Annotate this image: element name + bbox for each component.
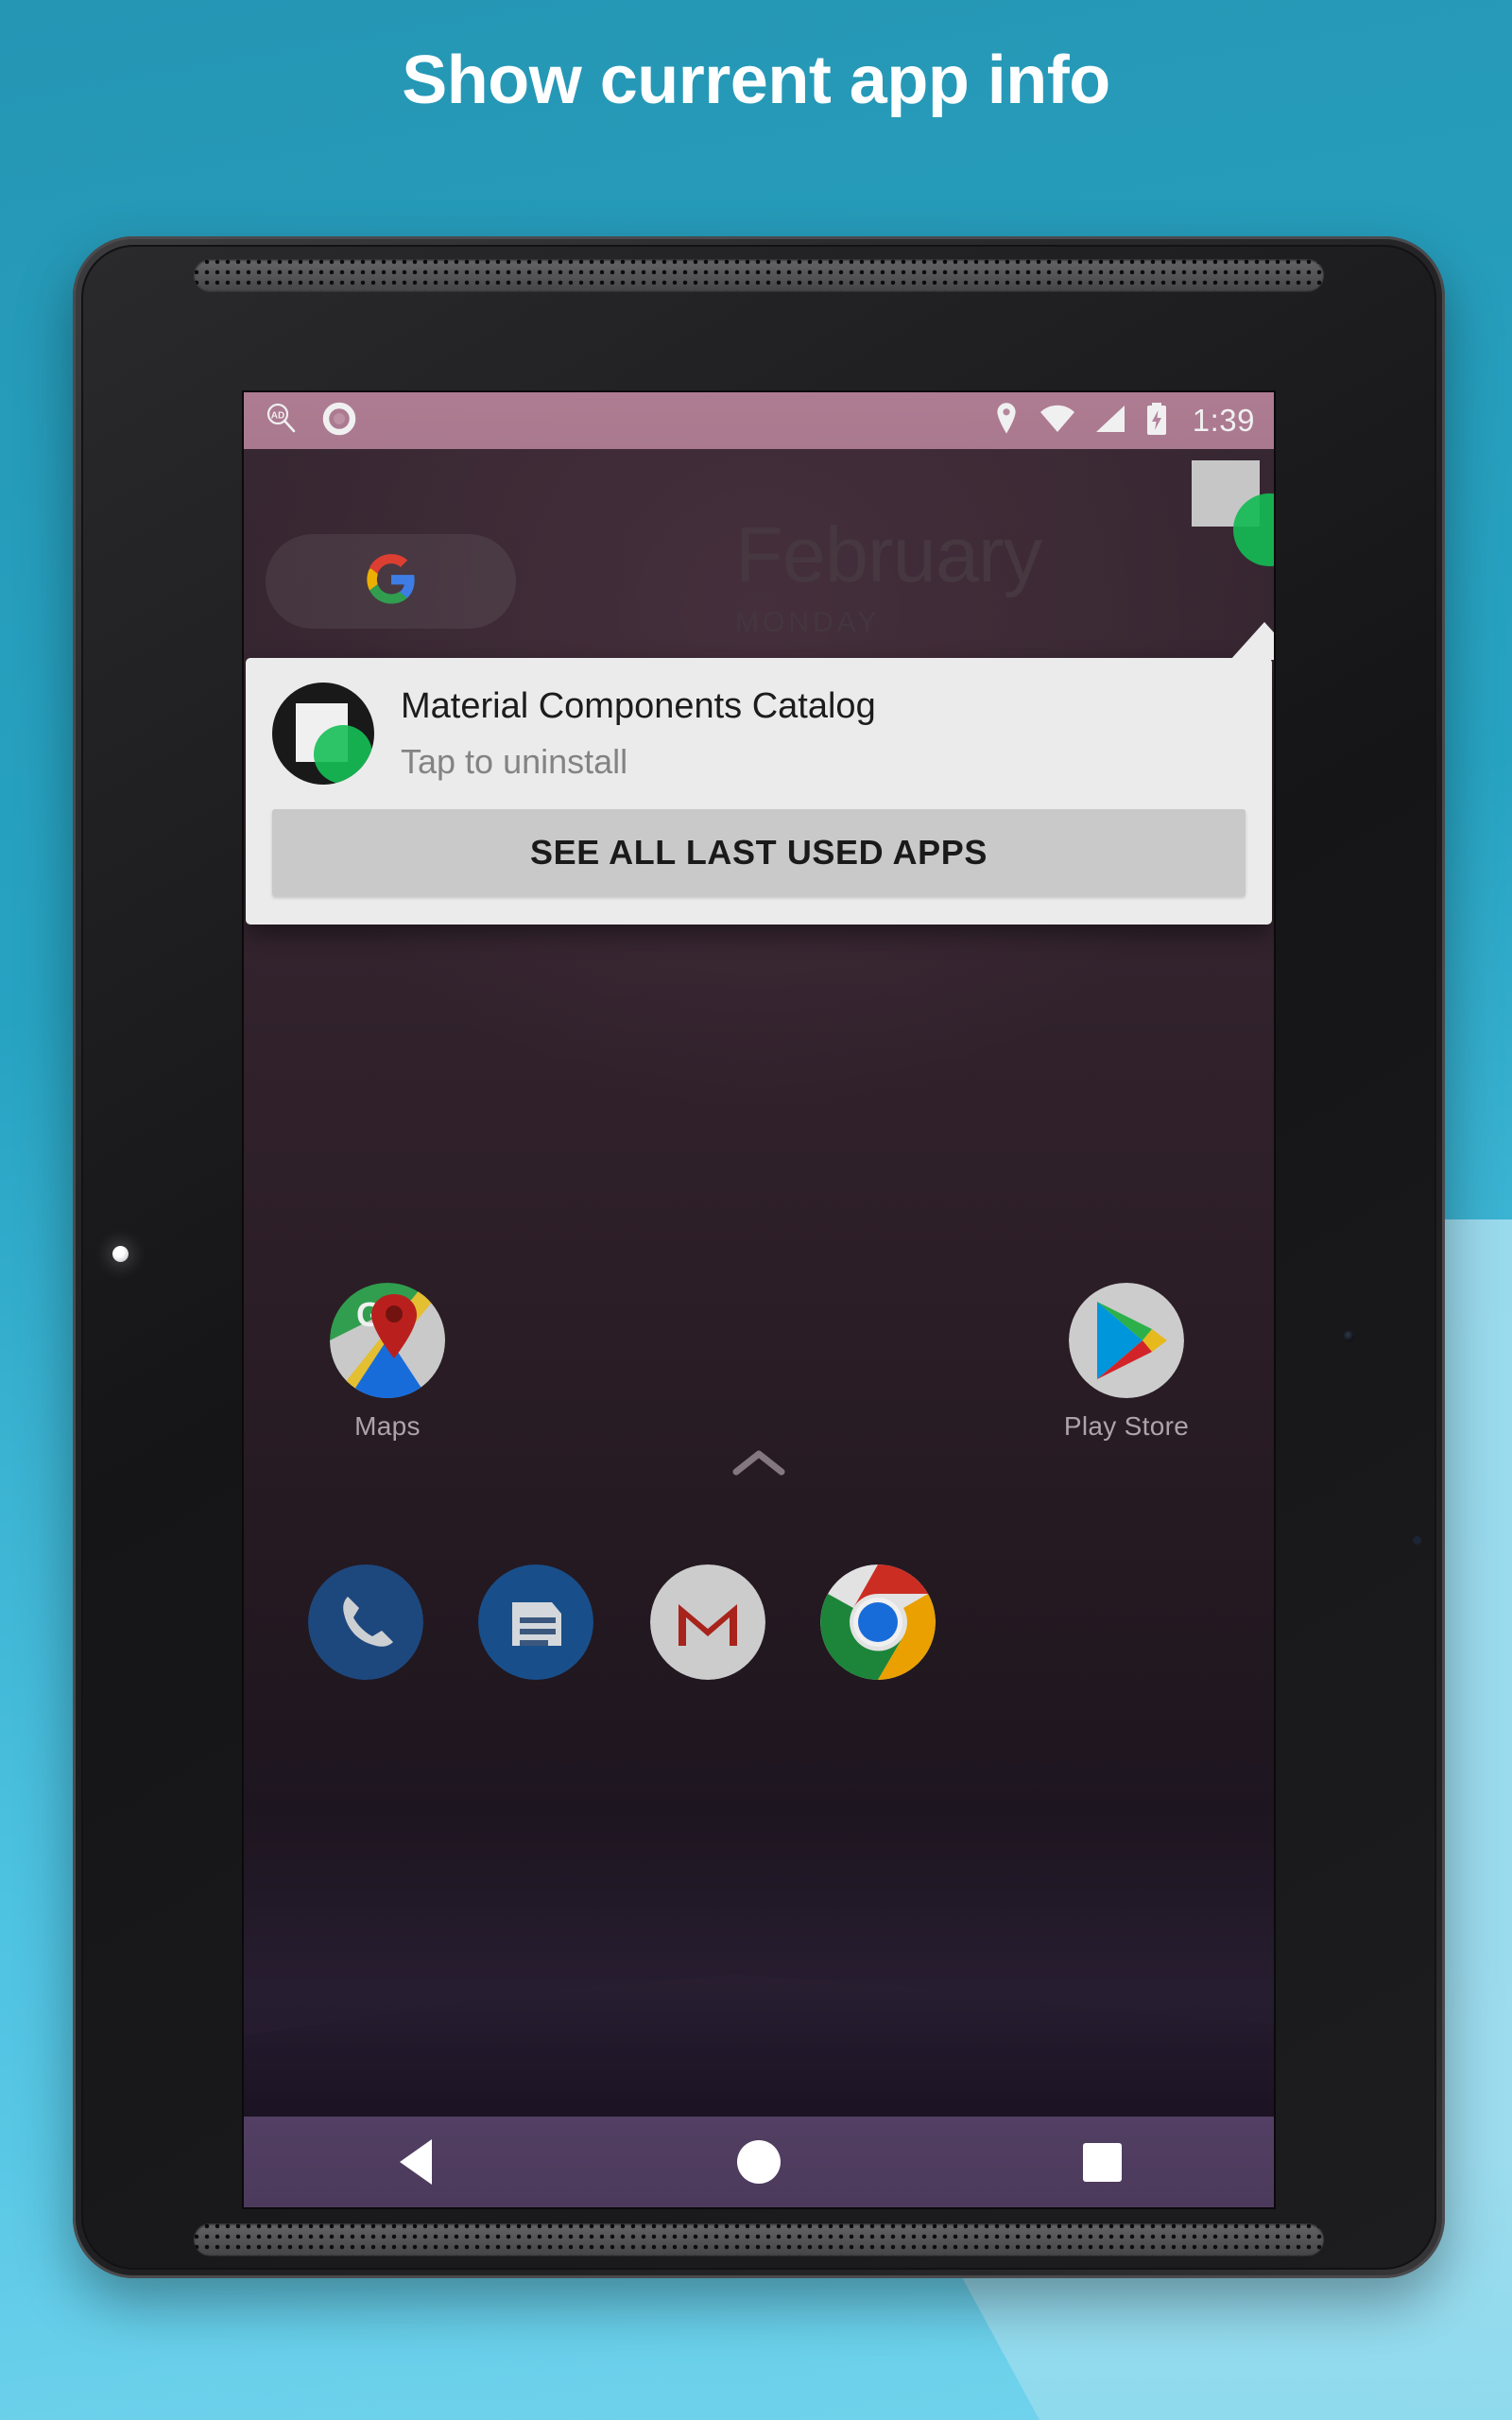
triangle-left-icon (399, 2139, 432, 2185)
status-bar-left-icons: AD (263, 400, 357, 442)
status-bar-right-icons: 1:39 (992, 402, 1255, 441)
dock-app-gmail[interactable] (650, 1564, 765, 1680)
square-icon (1082, 2142, 1122, 2182)
device-screen: February MONDAY AD 1:39 Material Compone… (244, 392, 1274, 2207)
navigation-bar (244, 2117, 1274, 2207)
location-pin-icon (992, 402, 1021, 441)
app-info-dialog: Material Components Catalog Tap to unins… (246, 622, 1274, 925)
ad-search-icon: AD (263, 400, 301, 442)
front-camera-icon (1344, 1331, 1354, 1341)
google-maps-icon: G (330, 1283, 445, 1398)
see-all-last-used-apps-button[interactable]: SEE ALL LAST USED APPS (272, 809, 1246, 896)
chevron-up-icon[interactable] (731, 1446, 786, 1478)
status-bar-clock: 1:39 (1192, 403, 1255, 438)
dock-app-messages[interactable] (478, 1564, 593, 1680)
home-app-label: Play Store (1063, 1411, 1190, 1441)
circle-icon (736, 2140, 781, 2184)
home-app-play-store[interactable]: Play Store (1032, 1283, 1221, 1442)
app-info-text: Material Components Catalog Tap to unins… (401, 685, 1246, 783)
tablet-device-frame: February MONDAY AD 1:39 Material Compone… (73, 236, 1445, 2278)
current-app-floating-badge[interactable] (1192, 460, 1274, 566)
home-app-maps[interactable]: G Maps (293, 1283, 482, 1442)
google-play-icon (1069, 1283, 1184, 1398)
app-info-row[interactable]: Material Components Catalog Tap to unins… (246, 658, 1272, 796)
recorder-ring-icon (321, 401, 357, 441)
home-app-label: Maps (354, 1411, 421, 1441)
dock-app-phone[interactable] (308, 1564, 423, 1680)
app-icon (272, 683, 374, 785)
speaker-grille-bottom (194, 2223, 1324, 2256)
dialog-pointer-arrow (1230, 622, 1274, 660)
notification-led (112, 1246, 129, 1262)
cellular-signal-icon (1094, 404, 1126, 439)
dock-app-chrome[interactable] (820, 1564, 936, 1680)
home-button[interactable] (702, 2117, 816, 2207)
wifi-icon (1040, 404, 1075, 439)
battery-charging-icon (1145, 402, 1168, 441)
status-bar: AD 1:39 (244, 392, 1274, 449)
app-icon-circle-shape (314, 725, 372, 784)
uninstall-hint-label: Tap to uninstall (401, 742, 628, 782)
svg-text:AD: AD (271, 410, 284, 421)
google-g-icon (365, 553, 418, 611)
google-search-bar[interactable] (266, 534, 516, 629)
ambient-sensor-icon (1413, 1536, 1421, 1545)
page-title: Show current app info (402, 43, 1110, 118)
home-dock (244, 1564, 1274, 1716)
app-name-label: Material Components Catalog (401, 685, 876, 726)
speaker-grille-top (194, 259, 1324, 291)
recents-button[interactable] (1045, 2117, 1159, 2207)
back-button[interactable] (359, 2117, 472, 2207)
